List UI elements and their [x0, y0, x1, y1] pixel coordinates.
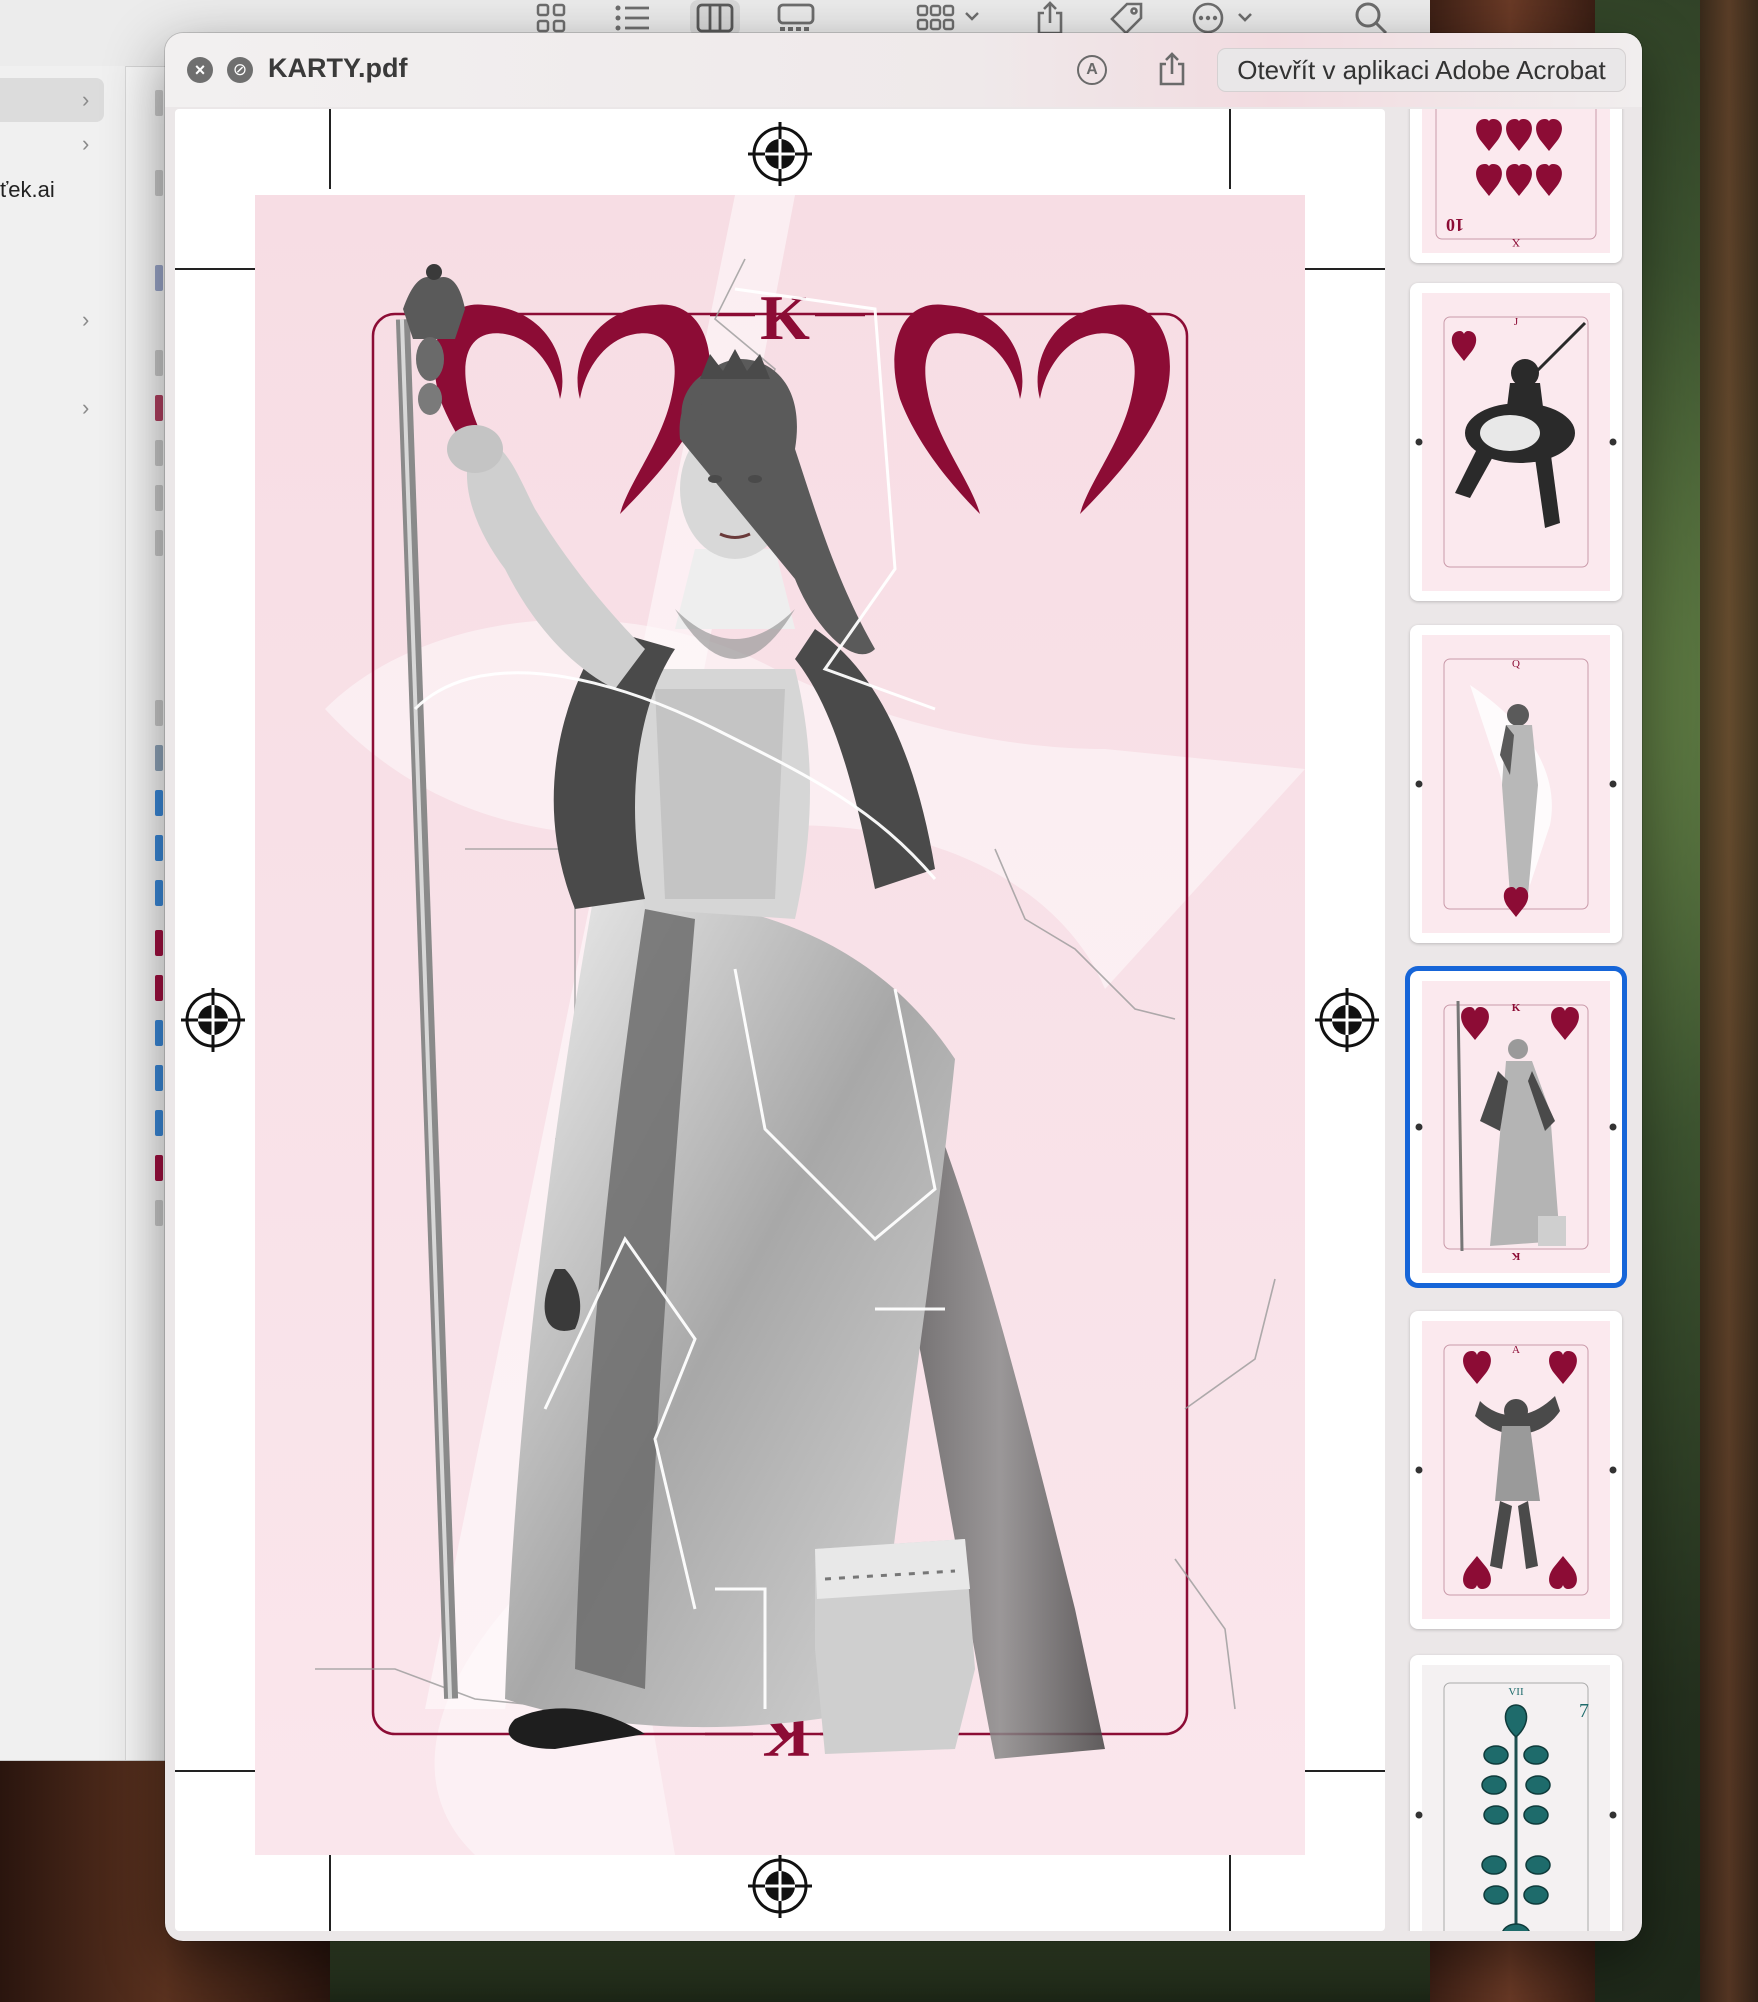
title-bar: × ⊘ KARTY.pdf A Otevřít v aplikaci Adobe…: [165, 33, 1642, 107]
thumbnail-rank: 10: [1446, 215, 1464, 235]
page-thumbnails: 10 X J Q K K A VII 7: [1405, 109, 1635, 1931]
chevron-right-icon: ›: [82, 307, 90, 332]
playing-card-king-of-hearts: K K: [175, 109, 1385, 1931]
tag-icon[interactable]: [1105, 0, 1149, 36]
tree-trunk: [1700, 0, 1758, 2002]
svg-text:K: K: [1511, 1250, 1520, 1262]
chevron-right-icon: ›: [82, 131, 90, 156]
finder-sidebar: › › ťek.ai › ›: [0, 66, 126, 1760]
group-by-icon[interactable]: [915, 0, 987, 36]
thumbnail-rank: J: [1514, 316, 1519, 328]
thumbnail-rank: A: [1512, 1344, 1520, 1356]
gallery-view-icon[interactable]: [773, 0, 819, 36]
sidebar-row[interactable]: ›: [0, 122, 125, 166]
close-icon[interactable]: ×: [187, 57, 213, 83]
quick-look-window: × ⊘ KARTY.pdf A Otevřít v aplikaci Adobe…: [165, 33, 1642, 1941]
thumbnail-page[interactable]: A: [1410, 1311, 1622, 1629]
more-actions-icon[interactable]: [1190, 0, 1262, 36]
file-name: ťek.ai: [0, 177, 55, 202]
fullscreen-icon[interactable]: ⊘: [227, 57, 253, 83]
file-column-icons: [155, 90, 165, 1240]
thumbnail-page[interactable]: 10 X: [1410, 109, 1622, 263]
share-icon[interactable]: [1030, 0, 1070, 36]
chevron-right-icon: ›: [82, 87, 90, 112]
thumbnail-rank: Q: [1512, 658, 1520, 670]
list-view-icon[interactable]: [610, 0, 656, 36]
column-view-icon[interactable]: [690, 0, 740, 36]
thumbnail-page[interactable]: J: [1410, 283, 1622, 601]
sidebar-row[interactable]: ›: [0, 386, 125, 430]
sidebar-row-selected[interactable]: ›: [0, 78, 104, 122]
thumbnail-page[interactable]: Q: [1410, 625, 1622, 943]
thumbnail-rank: 7: [1579, 1700, 1589, 1722]
search-icon[interactable]: [1350, 0, 1392, 36]
open-in-acrobat-button[interactable]: Otevřít v aplikaci Adobe Acrobat: [1217, 48, 1626, 92]
chevron-right-icon: ›: [82, 395, 90, 420]
thumbnail-page-selected[interactable]: K K: [1410, 971, 1622, 1283]
share-icon[interactable]: [1157, 51, 1187, 87]
icon-view-icon[interactable]: [530, 0, 572, 36]
markup-icon[interactable]: A: [1077, 55, 1107, 85]
pdf-page: K K: [175, 109, 1385, 1931]
sidebar-row[interactable]: ›: [0, 298, 125, 342]
thumbnail-page[interactable]: VII 7: [1410, 1655, 1622, 1931]
sidebar-file-row[interactable]: ťek.ai: [0, 168, 125, 212]
window-title: KARTY.pdf: [268, 53, 408, 83]
thumbnail-rank-roman: X: [1511, 236, 1520, 250]
thumbnail-rank: K: [1512, 1002, 1521, 1014]
thumbnail-rank-roman: VII: [1508, 1686, 1524, 1698]
